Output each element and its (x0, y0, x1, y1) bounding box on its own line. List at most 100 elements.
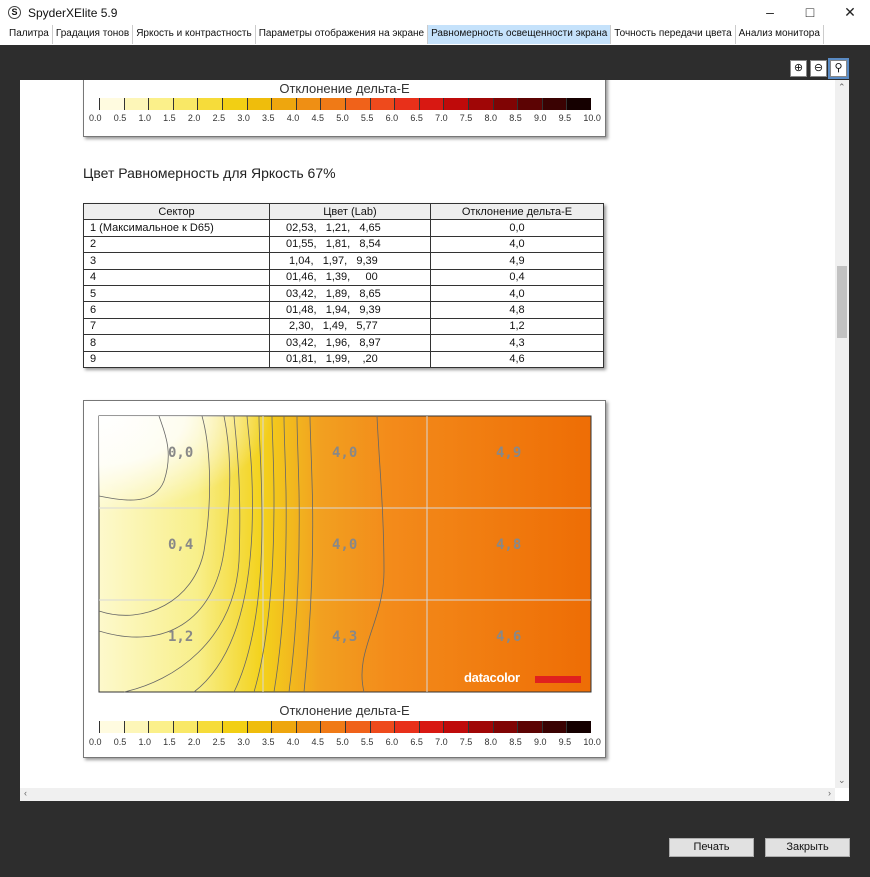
colorbar-segment (295, 98, 321, 110)
colorbar-ticks: 0.0 0.5 1.0 1.5 2.0 2.5 3.0 3.5 4.0 4.5 5.0 5.5 6.0 6… (89, 113, 601, 123)
table-row: 6 01,48, 1,94, 9,39 4,8 (83, 301, 604, 319)
colorbar-tick-label: 9.0 (533, 113, 547, 123)
colorbar-tick-label: 7.0 (435, 737, 448, 747)
colorbar-tick-label: 4.5 (311, 737, 324, 747)
colorbar-segment (148, 98, 173, 110)
sector-cell: 1 (Максимальное к D65) (83, 219, 270, 237)
sector-value-label: 4,0 (332, 537, 358, 553)
tab-screen-uniformity[interactable]: Равномерность освещенности экрана (428, 25, 612, 44)
colorbar-tick-label: 0.0 (89, 113, 102, 123)
table-row: 3 1,04, 1,97, 9,39 4,9 (83, 252, 604, 270)
colorbar-ticks: 0.0 0.5 1.0 1.5 2.0 2.5 3.0 3.5 4.0 4.5 5.0 5.5 6.0 6… (89, 737, 601, 747)
maximize-button[interactable]: □ (790, 0, 830, 25)
colorbar-segment (246, 98, 272, 110)
colorbar-tick-label: 1.5 (163, 737, 176, 747)
uniformity-table: Сектор Цвет (Lab) Отклонение дельта-E 1 … (83, 202, 604, 368)
colorbar-tick-label: 2.5 (212, 113, 226, 123)
minimize-button[interactable]: – (750, 0, 790, 25)
colorbar-segment (123, 98, 149, 110)
sector-value-label: 0,4 (168, 537, 194, 553)
sector-value-label: 4,9 (496, 445, 522, 461)
colorbar-tick-label: 5.0 (336, 737, 349, 747)
colorbar-segment (99, 721, 124, 733)
colorbar-segment (197, 721, 222, 733)
sector-value-label: 4,6 (496, 629, 522, 645)
scroll-thumb[interactable] (837, 266, 847, 338)
delta-e-cell: 4,3 (430, 334, 604, 352)
tab-palette[interactable]: Палитра (6, 25, 53, 44)
col-lab: Цвет (Lab) (269, 202, 431, 221)
app-logo-icon: S (8, 6, 21, 19)
zoom-fit-icon[interactable]: ⚲ (828, 58, 849, 79)
colorbar-tick-label: 3.5 (262, 737, 275, 747)
colorbar-tick-label: 6.5 (410, 113, 423, 123)
lab-cell: 02,53, 1,21, 4,65 (269, 219, 431, 237)
sector-cell: 8 (83, 334, 270, 352)
colorbar-strip (99, 721, 591, 733)
colorbar-segment (492, 98, 518, 110)
colorbar-tick-label: 0.5 (113, 737, 127, 747)
colorbar-segment (271, 721, 296, 733)
sector-value-label: 0,0 (168, 445, 194, 461)
colorbar-segment (221, 721, 247, 733)
sector-value-label: 4,8 (496, 537, 522, 553)
colorbar-tick-label: 10.0 (583, 737, 601, 747)
tab-display-settings[interactable]: Параметры отображения на экране (256, 25, 429, 44)
colorbar-segment (221, 98, 247, 110)
window-title: SpyderXElite 5.9 (28, 5, 118, 20)
colorbar-title: Отклонение дельта-E (279, 81, 410, 96)
colorbar-segment (517, 721, 542, 733)
print-button[interactable]: Печать (669, 838, 754, 857)
colorbar-segment (394, 721, 419, 733)
lab-cell: 03,42, 1,96, 8,97 (269, 334, 431, 352)
colorbar-tick-label: 0.5 (113, 113, 127, 123)
table-row: 2 01,55, 1,81, 8,54 4,0 (83, 235, 604, 254)
close-window-button[interactable]: ✕ (830, 0, 870, 25)
report-panel: Отклонение дельта-E 0.0 0.5 1.0 1.5 2.0 2.5 3.… (20, 80, 849, 801)
table-row: 7 2,30, 1,49, 5,77 1,2 (83, 317, 604, 336)
close-button[interactable]: Закрыть (765, 838, 850, 857)
colorbar-tick-label: 4.5 (311, 113, 324, 123)
colorbar-segment (394, 98, 419, 110)
vertical-scrollbar[interactable]: ⌃ ⌄ (835, 80, 849, 788)
zoom-in-icon[interactable]: ⊕ (790, 60, 807, 77)
delta-e-cell: 0,4 (430, 268, 604, 286)
colorbar-tick-label: 1.0 (138, 737, 151, 747)
colorbar-segment (443, 98, 468, 110)
colorbar-segment (369, 721, 395, 733)
tab-color-accuracy[interactable]: Точность передачи цвета (611, 25, 736, 44)
colorbar-segment (172, 98, 198, 110)
colorbar-segment (148, 721, 173, 733)
lab-cell: 01,48, 1,94, 9,39 (269, 301, 431, 319)
colorbar-segment (271, 98, 296, 110)
colorbar-tick-label: 7.5 (459, 737, 473, 747)
lab-cell: 03,42, 1,89, 8,65 (269, 284, 431, 303)
colorbar-tick-label: 5.5 (360, 737, 374, 747)
colorbar-tick-label: 8.0 (484, 113, 498, 123)
colorbar-tick-label: 9.0 (533, 737, 547, 747)
tab-brightness-contrast[interactable]: Яркость и контрастность (133, 25, 256, 44)
col-delta-e: Отклонение дельта-E (430, 202, 604, 221)
colorbar-tick-label: 2.0 (187, 737, 201, 747)
delta-e-cell: 4,8 (430, 301, 604, 319)
colorbar-tick-label: 7.0 (435, 113, 448, 123)
table-row: 1 (Максимальное к D65) 02,53, 1,21, 4,65 0… (83, 219, 604, 237)
colorbar-tick-label: 1.0 (138, 113, 151, 123)
table-row: 8 03,42, 1,96, 8,97 4,3 (83, 334, 604, 352)
tab-tone-gradation[interactable]: Градация тонов (53, 25, 134, 44)
horizontal-scrollbar[interactable]: ‹ › (20, 788, 835, 801)
zoom-out-icon[interactable]: ⊖ (810, 60, 827, 77)
tab-monitor-analysis[interactable]: Анализ монитора (736, 25, 824, 44)
colorbar-tick-label: 4.0 (286, 113, 300, 123)
colorbar-tick-label: 8.5 (509, 113, 522, 123)
sector-cell: 3 (83, 252, 270, 270)
colorbar-strip (99, 98, 591, 110)
lab-cell: 01,81, 1,99, ,20 (269, 350, 431, 368)
table-row: 5 03,42, 1,89, 8,65 4,0 (83, 284, 604, 303)
sector-value-label: 4,0 (332, 445, 358, 461)
colorbar-segment (344, 98, 370, 110)
table-row: 4 01,46, 1,39, 00 0,4 (83, 268, 604, 286)
colorbar-tick-label: 10.0 (583, 113, 601, 123)
section-heading: Цвет Равномерность для Яркость 67% (83, 165, 336, 181)
sector-value-label: 4,3 (332, 629, 358, 645)
